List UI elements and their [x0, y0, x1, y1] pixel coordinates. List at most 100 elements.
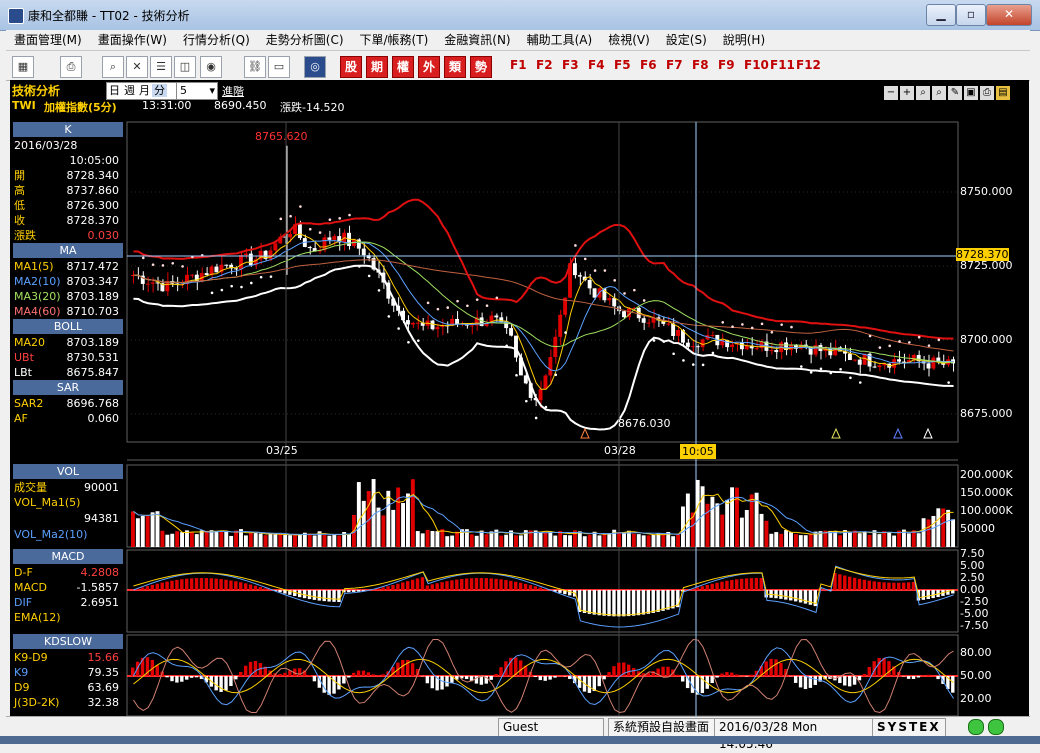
sar-dot: [211, 292, 214, 295]
macd-histogram-bar: [504, 580, 507, 590]
volume-bar: [210, 530, 214, 547]
menu-help[interactable]: 說明(H): [715, 30, 773, 50]
tile-icon[interactable]: ☰: [150, 56, 172, 78]
foreign-button[interactable]: 外: [418, 56, 440, 78]
link-icon[interactable]: ⛓: [244, 56, 266, 78]
macd-histogram-bar: [460, 579, 463, 590]
candle-body: [362, 249, 366, 256]
menu-order[interactable]: 下單/帳務(T): [352, 30, 437, 50]
kd-histogram-bar: [190, 676, 193, 678]
kd-histogram-bar: [607, 672, 610, 676]
kd-histogram-bar: [185, 676, 188, 680]
macd-histogram-bar: [229, 580, 232, 590]
vol-tick-label: 200.000K: [960, 468, 1013, 481]
volume-bar: [809, 534, 813, 547]
stock-button[interactable]: 股: [340, 56, 362, 78]
fkey-f12[interactable]: F12: [796, 58, 821, 72]
signal-triangle: [581, 429, 589, 438]
macd-histogram-bar: [794, 590, 797, 601]
sar-dot: [633, 289, 636, 292]
kd-histogram-bar: [539, 676, 542, 680]
print-icon[interactable]: ⎙: [60, 56, 82, 78]
volume-bar: [578, 531, 582, 547]
kd-histogram-bar: [725, 672, 728, 676]
candle-body: [671, 324, 675, 336]
sar-dot: [741, 323, 744, 326]
volume-bar: [160, 531, 164, 547]
volume-bar: [715, 503, 719, 547]
close-window-icon[interactable]: ✕: [126, 56, 148, 78]
layout-icon[interactable]: ▦: [12, 56, 34, 78]
macd-histogram-bar: [539, 588, 542, 590]
kd-histogram-bar: [229, 676, 232, 686]
fkey-f5[interactable]: F5: [614, 58, 631, 72]
high-price-label: 8765.620: [255, 130, 308, 143]
ma60-line: [133, 260, 953, 351]
date-label-0325: 03/25: [266, 444, 298, 457]
sar-dot: [682, 359, 685, 362]
macd-histogram-bar: [863, 580, 866, 590]
vol-tick-label: 50000: [960, 522, 995, 535]
options-button[interactable]: 權: [392, 56, 414, 78]
maximize-button[interactable]: ▫: [956, 4, 986, 26]
kd-histogram-bar: [848, 676, 851, 686]
search-icon[interactable]: ⌕: [102, 56, 124, 78]
candle-body: [224, 265, 228, 266]
logo-icon[interactable]: ◎: [304, 56, 326, 78]
minimize-button[interactable]: ▁: [926, 4, 956, 26]
fkey-f9[interactable]: F9: [718, 58, 735, 72]
menu-settings[interactable]: 設定(S): [658, 30, 715, 50]
fkey-f10[interactable]: F10: [744, 58, 769, 72]
macd-histogram-bar: [480, 578, 483, 590]
volume-bar: [907, 533, 911, 547]
menu-trend-chart[interactable]: 走勢分析圖(C): [258, 30, 352, 50]
sar-dot: [545, 406, 548, 409]
close-button[interactable]: ✕: [986, 4, 1032, 26]
macd-histogram-bar: [259, 587, 262, 590]
kd-histogram-bar: [863, 674, 866, 676]
macd-histogram-bar: [931, 590, 934, 598]
volume-bar: [740, 518, 744, 547]
split-icon[interactable]: ◫: [174, 56, 196, 78]
macd-histogram-bar: [313, 590, 316, 600]
fkey-f2[interactable]: F2: [536, 58, 553, 72]
fkey-f3[interactable]: F3: [562, 58, 579, 72]
macd-histogram-bar: [327, 590, 330, 602]
fkey-f11[interactable]: F11: [770, 58, 795, 72]
volume-bar: [219, 531, 223, 547]
category-button[interactable]: 類: [444, 56, 466, 78]
sar-dot: [800, 365, 803, 368]
menu-screen-operate[interactable]: 畫面操作(W): [90, 30, 175, 50]
candle-body: [927, 363, 931, 368]
volume-bar: [593, 532, 597, 547]
sar-dot: [417, 339, 420, 342]
macd-histogram-bar: [391, 585, 394, 590]
fkey-f4[interactable]: F4: [588, 58, 605, 72]
macd-histogram-bar: [440, 582, 443, 590]
date-label-0328: 03/28: [604, 444, 636, 457]
volume-bar: [175, 531, 179, 547]
fkey-f6[interactable]: F6: [640, 58, 657, 72]
menu-tools[interactable]: 輔助工具(A): [519, 30, 601, 50]
monitor-icon[interactable]: ▭: [268, 56, 290, 78]
menu-quotes[interactable]: 行情分析(Q): [175, 30, 258, 50]
menu-view[interactable]: 檢視(V): [600, 30, 658, 50]
fkey-f1[interactable]: F1: [510, 58, 527, 72]
kd-histogram-bar: [499, 667, 502, 676]
volume-bar: [563, 535, 567, 547]
volume-bar: [784, 530, 788, 547]
macd-histogram-bar: [779, 590, 782, 599]
macd-histogram-bar: [588, 590, 591, 614]
menu-screen-manage[interactable]: 畫面管理(M): [6, 30, 90, 50]
chart-canvas[interactable]: [10, 80, 1029, 716]
volume-bar: [440, 529, 444, 547]
fkey-f8[interactable]: F8: [692, 58, 709, 72]
settings-icon[interactable]: ◉: [200, 56, 222, 78]
trend-button[interactable]: 勢: [470, 56, 492, 78]
futures-button[interactable]: 期: [366, 56, 388, 78]
candle-body: [244, 254, 248, 255]
kd-histogram-bar: [720, 674, 723, 676]
volume-bar: [357, 482, 361, 547]
fkey-f7[interactable]: F7: [666, 58, 683, 72]
menu-finance-info[interactable]: 金融資訊(N): [436, 30, 518, 50]
